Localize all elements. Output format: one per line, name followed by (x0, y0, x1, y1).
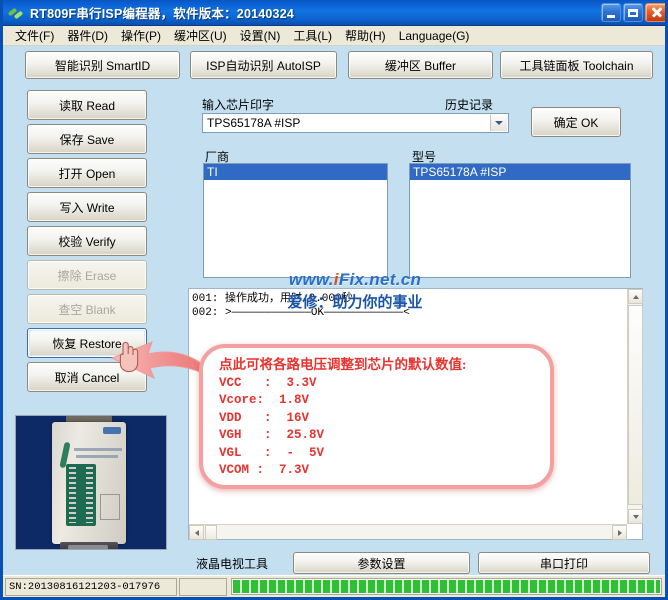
chip-input-value[interactable]: TPS65178A #ISP (207, 116, 300, 130)
maximize-button[interactable] (623, 3, 643, 22)
chip-input-label: 输入芯片印字 (202, 98, 275, 112)
model-listbox[interactable]: TPS65178A #ISP (409, 163, 631, 278)
menu-settings[interactable]: 设置(N) (234, 25, 288, 46)
top-toolbar: 智能识别 SmartID ISP自动识别 AutoISP 缓冲区 Buffer … (3, 48, 665, 86)
photo-zif-socket (66, 464, 96, 526)
smartid-button[interactable]: 智能识别 SmartID (25, 51, 180, 79)
menu-bar: 文件(F) 器件(D) 操作(P) 缓冲区(U) 设置(N) 工具(L) 帮助(… (3, 26, 665, 46)
progress-bar (231, 578, 662, 595)
log-line-1: 001: 操作成功，用时 0.000秒 (192, 293, 353, 305)
callout-row-vcore: Vcore: 1.8V (219, 393, 310, 407)
photo-label-line2 (76, 455, 118, 458)
chip-input-combo[interactable]: TPS65178A #ISP (202, 113, 509, 133)
menu-tools[interactable]: 工具(L) (287, 25, 339, 46)
read-button[interactable]: 读取 Read (27, 90, 147, 120)
scroll-right-icon[interactable] (612, 525, 627, 540)
application-window: RT809F串行ISP编程器，软件版本：20140324 文件(F) 器件(D)… (0, 0, 668, 600)
list-item[interactable]: TPS65178A #ISP (410, 164, 630, 180)
log-horizontal-scrollbar[interactable] (189, 524, 627, 540)
title-bar: RT809F串行ISP编程器，软件版本：20140324 (3, 0, 665, 26)
bottom-toolbar: 液晶电视工具 参数设置 串口打印 (188, 551, 650, 575)
callout-row-vcom: VCOM : 7.3V (219, 463, 310, 477)
parameter-settings-button[interactable]: 参数设置 (293, 552, 470, 574)
menu-help[interactable]: 帮助(H) (339, 25, 393, 46)
history-label: 历史记录 (445, 98, 494, 112)
autoisp-button[interactable]: ISP自动识别 AutoISP (190, 51, 337, 79)
save-button[interactable]: 保存 Save (27, 124, 147, 154)
menu-device[interactable]: 器件(D) (61, 25, 115, 46)
log-vertical-scrollbar[interactable] (627, 289, 643, 524)
scroll-up-icon[interactable] (628, 289, 643, 304)
toolchain-button[interactable]: 工具链面板 Toolchain (500, 51, 653, 79)
verify-button[interactable]: 校验 Verify (27, 226, 147, 256)
menu-operation[interactable]: 操作(P) (115, 25, 168, 46)
serial-number-field: SN:20130816121203-017976 (5, 577, 177, 596)
vertical-scroll-thumb[interactable] (628, 305, 643, 505)
chip-clover-icon (7, 4, 25, 22)
callout-header: 点此可将各路电压调整到芯片的默认数值: (219, 357, 467, 372)
list-item[interactable]: TI (204, 164, 387, 180)
ok-button[interactable]: 确定 OK (531, 107, 621, 137)
callout-row-vdd: VDD : 16V (219, 410, 310, 425)
serial-print-button[interactable]: 串口打印 (478, 552, 650, 574)
progress-bar-fill (233, 580, 660, 593)
erase-button: 擦除 Erase (27, 260, 147, 290)
photo-bottom-connector (60, 542, 118, 549)
photo-label-line1 (74, 448, 122, 451)
callout-row-vgl: VGL : - 5V (219, 445, 325, 460)
window-title: RT809F串行ISP编程器，软件版本：20140324 (30, 7, 295, 21)
programmer-device-photo (15, 415, 167, 550)
minimize-button[interactable] (601, 3, 621, 22)
callout-row-vcc: VCC : 3.3V (219, 375, 317, 390)
hand-cursor-icon (115, 341, 141, 373)
vendor-listbox[interactable]: TI (203, 163, 388, 278)
scroll-down-icon[interactable] (628, 509, 643, 524)
photo-brand-logo (103, 427, 121, 434)
horizontal-scroll-thumb[interactable] (205, 525, 217, 540)
status-spacer-pane (179, 577, 227, 596)
menu-language[interactable]: Language(G) (393, 27, 477, 45)
scroll-left-icon[interactable] (189, 525, 204, 540)
photo-board (52, 422, 126, 544)
write-button[interactable]: 写入 Write (27, 192, 147, 222)
callout-row-vgh: VGH : 25.8V (219, 428, 325, 442)
lcd-tool-label: 液晶电视工具 (196, 557, 269, 571)
status-bar: SN:20130816121203-017976 (3, 575, 665, 597)
window-controls (601, 3, 665, 22)
voltage-defaults-callout: 点此可将各路电压调整到芯片的默认数值: VCC : 3.3V Vcore: 1.… (199, 344, 554, 489)
buffer-button[interactable]: 缓冲区 Buffer (348, 51, 493, 79)
photo-pin-diagram (100, 494, 120, 520)
menu-file[interactable]: 文件(F) (9, 25, 61, 46)
close-button[interactable] (645, 3, 665, 22)
log-line-2: 002: >————————————OK————————————< (192, 307, 410, 319)
menu-buffer[interactable]: 缓冲区(U) (168, 25, 234, 46)
chevron-down-icon[interactable] (490, 115, 507, 131)
open-button[interactable]: 打开 Open (27, 158, 147, 188)
